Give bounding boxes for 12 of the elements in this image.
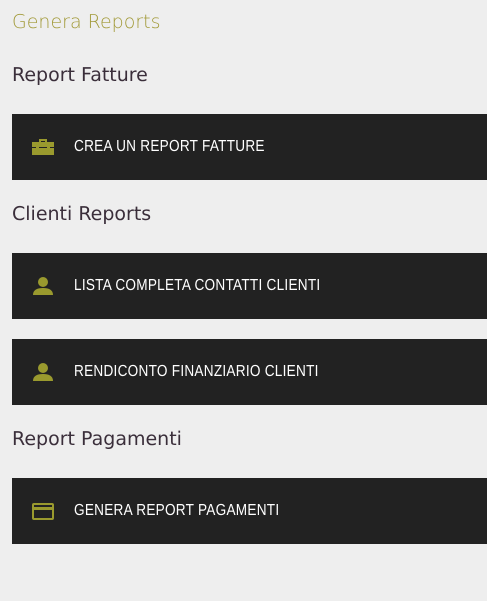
credit-card-icon [32, 502, 54, 520]
report-button[interactable]: CREA UN REPORT FATTURE [12, 114, 487, 180]
person-icon [32, 363, 54, 381]
section-heading: Report Pagamenti [12, 427, 183, 452]
section-heading: Report Fatture [12, 63, 149, 88]
report-button[interactable]: RENDICONTO FINANZIARIO CLIENTI [12, 339, 487, 405]
report-button[interactable]: GENERA REPORT PAGAMENTI [12, 478, 487, 544]
briefcase-icon [32, 139, 54, 155]
report-button[interactable]: LISTA COMPLETA CONTATTI CLIENTI [12, 253, 487, 319]
section-heading: Clienti Reports [12, 202, 152, 227]
page-title: Genera Reports [12, 10, 162, 35]
person-icon [32, 277, 54, 295]
